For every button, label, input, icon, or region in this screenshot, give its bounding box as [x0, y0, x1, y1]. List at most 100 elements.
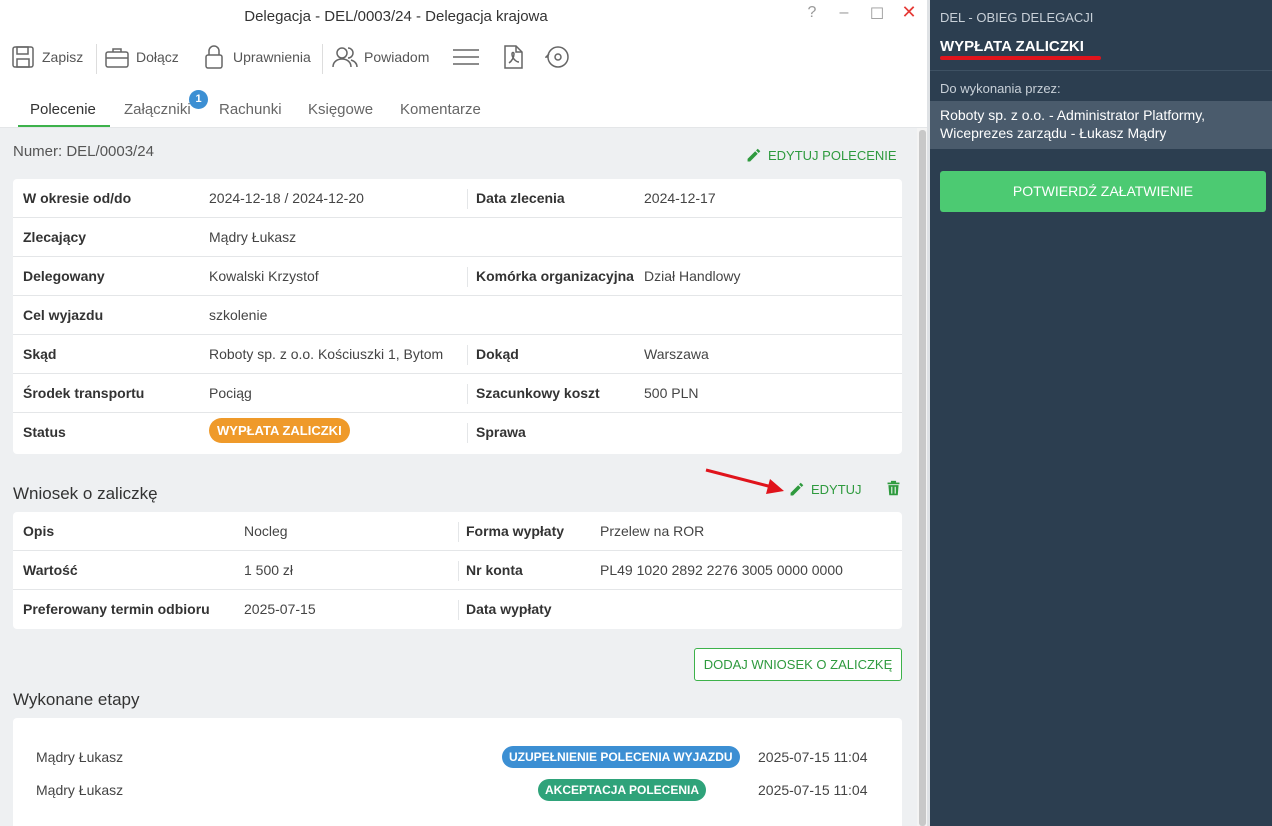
close-icon[interactable]: ✕: [898, 2, 920, 23]
value-payment-form: Przelew na ROR: [600, 523, 705, 539]
value-from: Roboty sp. z o.o. Kościuszki 1, Bytom: [209, 346, 444, 362]
stage-person: Mądry Łukasz: [36, 749, 124, 765]
notify-label: Powiadom: [364, 49, 430, 65]
label-from: Skąd: [23, 346, 57, 362]
pencil-icon: [790, 482, 804, 496]
notify-button[interactable]: Powiadom: [332, 40, 429, 74]
attach-button[interactable]: Dołącz: [104, 40, 179, 74]
tab-rachunki[interactable]: Rachunki: [219, 101, 282, 118]
label-preferred-date: Preferowany termin odbioru: [23, 601, 210, 617]
stage-time: 2025-07-15 11:04: [758, 749, 868, 765]
edit-advance-button[interactable]: EDYTUJ: [788, 481, 862, 498]
label-order-date: Data zlecenia: [476, 190, 565, 206]
help-icon[interactable]: ?: [801, 4, 823, 22]
list-item: Mądry Łukasz AKCEPTACJA POLECENIA 2025-0…: [13, 779, 902, 803]
table-row: Delegowany Kowalski Krzystof Komórka org…: [13, 257, 902, 296]
panel-separator: [930, 70, 1272, 71]
history-button[interactable]: [545, 40, 571, 74]
briefcase-icon: [105, 48, 129, 68]
save-button[interactable]: Zapisz: [10, 40, 83, 74]
label-org-unit: Komórka organizacyjna: [476, 268, 634, 284]
delegation-window: Delegacja - DEL/0003/24 - Delegacja kraj…: [0, 0, 930, 826]
label-account-number: Nr konta: [466, 562, 523, 578]
column-divider: [467, 423, 468, 443]
assignee-text: Roboty sp. z o.o. - Administrator Platfo…: [940, 107, 1206, 141]
value-purpose: szkolenie: [209, 307, 268, 323]
table-row: Cel wyjazdu szkolenie: [13, 296, 902, 335]
column-divider: [467, 267, 468, 287]
pdf-icon: [504, 45, 523, 69]
label-transport: Środek transportu: [23, 385, 145, 401]
workflow-panel: DEL - OBIEG DELEGACJI WYPŁATA ZALICZKI D…: [930, 0, 1272, 826]
table-row: Środek transportu Pociąg Szacunkowy kosz…: [13, 374, 902, 413]
save-label: Zapisz: [42, 49, 84, 65]
label-payment-form: Forma wypłaty: [466, 523, 565, 539]
title-bar: Delegacja - DEL/0003/24 - Delegacja kraj…: [0, 0, 928, 34]
tab-zalaczniki[interactable]: Załączniki: [124, 101, 191, 118]
lock-icon: [205, 45, 223, 69]
column-divider: [458, 522, 459, 542]
edit-order-label: EDYTUJ POLECENIE: [768, 148, 897, 163]
minimize-icon[interactable]: –: [833, 4, 855, 22]
value-preferred-date: 2025-07-15: [244, 601, 316, 617]
stage-badge: UZUPEŁNIENIE POLECENIA WYJAZDU: [502, 746, 740, 768]
trash-icon: [887, 480, 900, 496]
value-to: Warszawa: [644, 346, 709, 362]
column-divider: [467, 345, 468, 365]
tab-ksiegowe[interactable]: Księgowe: [308, 101, 373, 118]
toolbar-divider: [322, 44, 323, 74]
column-divider: [467, 189, 468, 209]
users-icon: [332, 47, 358, 68]
menu-button[interactable]: [453, 40, 479, 74]
table-row: Wartość 1 500 zł Nr konta PL49 1020 2892…: [13, 551, 902, 590]
table-row: Status WYPŁATA ZALICZKI Sprawa: [13, 413, 902, 452]
value-description: Nocleg: [244, 523, 288, 539]
history-icon: [545, 46, 569, 68]
value-order-date: 2024-12-17: [644, 190, 716, 206]
tab-komentarze[interactable]: Komentarze: [400, 101, 481, 118]
confirm-completion-button[interactable]: POTWIERDŹ ZAŁATWIENIE: [940, 171, 1266, 212]
label-payment-date: Data wypłaty: [466, 601, 552, 617]
edit-order-button[interactable]: EDYTUJ POLECENIE: [745, 147, 897, 164]
table-row: Zlecający Mądry Łukasz: [13, 218, 902, 257]
column-divider: [458, 561, 459, 581]
tab-polecenie[interactable]: Polecenie: [30, 101, 96, 118]
value-estimated-cost: 500 PLN: [644, 385, 699, 401]
value-account-number: PL49 1020 2892 2276 3005 0000 0000: [600, 562, 843, 578]
attach-label: Dołącz: [136, 49, 179, 65]
value-amount: 1 500 zł: [244, 562, 294, 578]
assigned-label: Do wykonania przez:: [940, 81, 1061, 96]
column-divider: [467, 384, 468, 404]
value-delegate: Kowalski Krzystof: [209, 268, 319, 284]
permissions-label: Uprawnienia: [233, 49, 311, 65]
order-number: Numer: DEL/0003/24: [13, 143, 154, 160]
pencil-icon: [747, 148, 761, 162]
attachments-count-badge: 1: [189, 90, 208, 109]
table-row: Opis Nocleg Forma wypłaty Przelew na ROR: [13, 512, 902, 551]
floppy-icon: [12, 46, 34, 68]
table-row: Skąd Roboty sp. z o.o. Kościuszki 1, Byt…: [13, 335, 902, 374]
column-divider: [458, 600, 459, 620]
scrollbar-thumb[interactable]: [919, 130, 926, 826]
stage-time: 2025-07-15 11:04: [758, 782, 868, 798]
value-ordered-by: Mądry Łukasz: [209, 229, 297, 245]
order-details-card: W okresie od/do 2024-12-18 / 2024-12-20 …: [13, 179, 902, 454]
toolbar: Zapisz Dołącz Uprawnienia Powiadom: [0, 34, 928, 80]
advance-section-title: Wniosek o zaliczkę: [13, 484, 158, 503]
hamburger-icon: [453, 49, 479, 65]
advance-details-card: Opis Nocleg Forma wypłaty Przelew na ROR…: [13, 512, 902, 629]
maximize-icon[interactable]: ☐: [866, 4, 888, 24]
pdf-button[interactable]: [500, 40, 526, 74]
edit-advance-label: EDYTUJ: [811, 482, 862, 497]
permissions-button[interactable]: Uprawnienia: [201, 40, 311, 74]
add-advance-request-button[interactable]: DODAJ WNIOSEK O ZALICZKĘ: [694, 648, 902, 681]
delete-advance-button[interactable]: [885, 480, 902, 497]
toolbar-divider: [96, 44, 97, 74]
label-case: Sprawa: [476, 424, 526, 440]
label-status: Status: [23, 424, 66, 440]
table-row: W okresie od/do 2024-12-18 / 2024-12-20 …: [13, 179, 902, 218]
value-transport: Pociąg: [209, 385, 252, 401]
stage-badge: AKCEPTACJA POLECENIA: [538, 779, 707, 801]
workflow-step-title: WYPŁATA ZALICZKI: [940, 38, 1084, 55]
label-purpose: Cel wyjazdu: [23, 307, 104, 323]
